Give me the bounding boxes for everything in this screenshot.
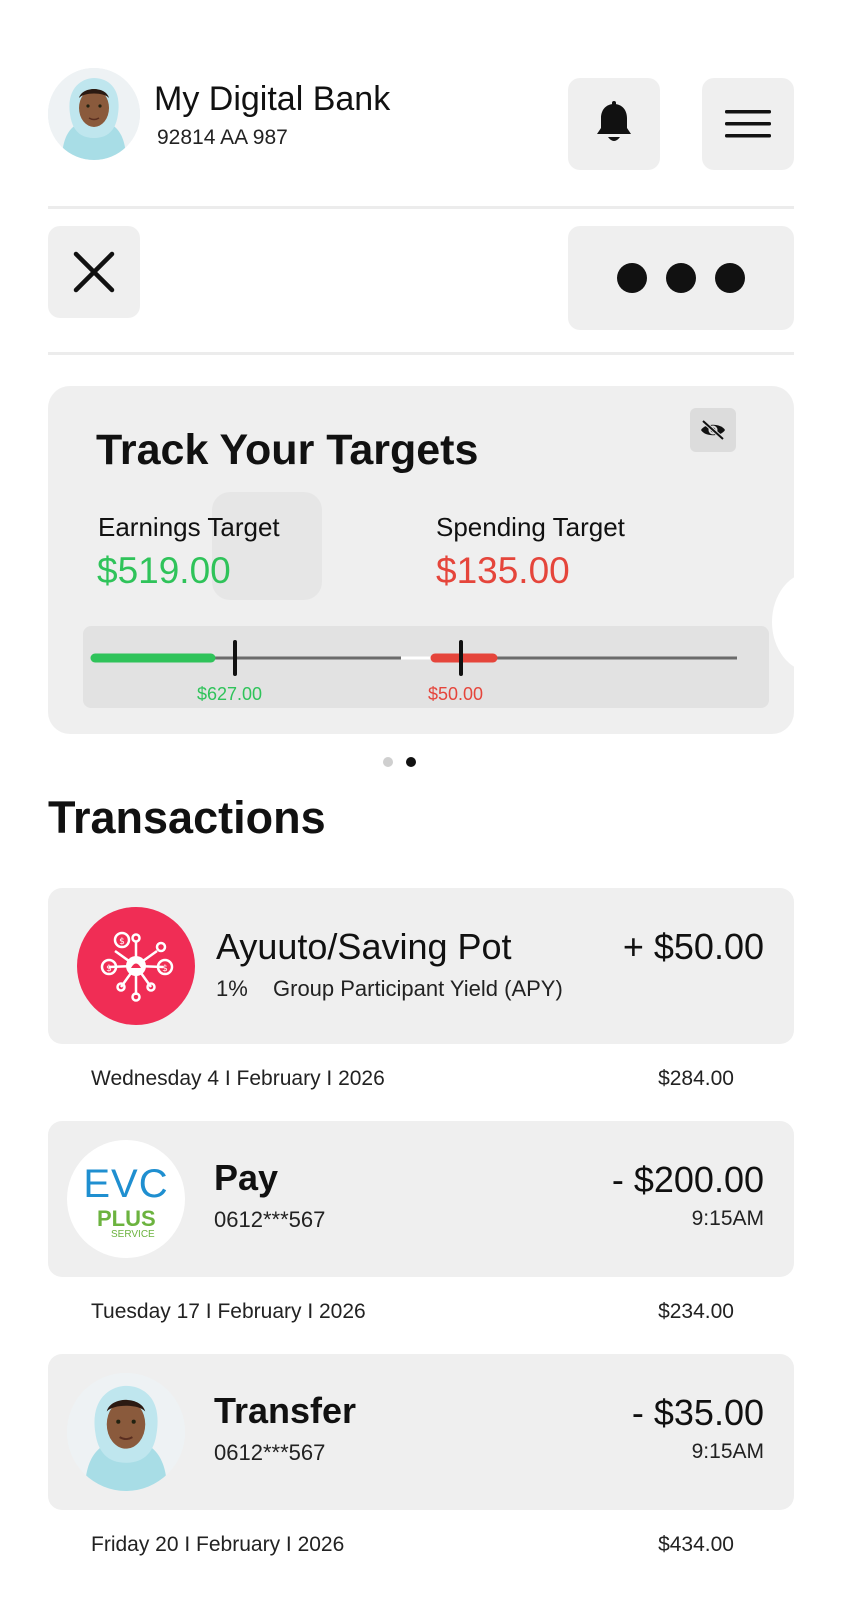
carousel-edge — [772, 572, 794, 672]
transaction-amount: + $50.00 — [622, 926, 764, 967]
transactions-title: Transactions — [48, 792, 326, 843]
carousel-pagination[interactable] — [383, 757, 423, 767]
notifications-button[interactable] — [568, 78, 660, 170]
earnings-target-label: Earnings Target — [98, 512, 280, 542]
evc-plus-logo: EVC PLUS SERVICE — [67, 1140, 185, 1258]
bell-icon — [597, 101, 631, 141]
header-divider — [48, 206, 794, 209]
transaction-title: Pay — [214, 1157, 279, 1198]
profile-avatar[interactable] — [48, 68, 140, 160]
spending-marker-label: $50.00 — [428, 684, 484, 704]
transaction-row[interactable]: EVC PLUS SERVICE Pay 0612***567 - $200.0… — [48, 1121, 794, 1277]
toolbar-divider — [48, 352, 794, 355]
transaction-amount: - $35.00 — [631, 1392, 764, 1433]
targets-card[interactable]: Track Your Targets Earnings Target Spend… — [48, 386, 794, 734]
menu-button[interactable] — [702, 78, 794, 170]
earnings-marker-label: $627.00 — [197, 684, 263, 704]
transaction-row[interactable]: $ $ $ Ayuuto/Saving Pot 1% Group Partici… — [48, 888, 794, 1044]
svg-text:$: $ — [162, 964, 168, 974]
close-icon — [73, 251, 115, 293]
savings-network-icon: $ $ $ — [77, 907, 195, 1025]
transaction-balance: $284.00 — [658, 1067, 734, 1090]
person-avatar — [67, 1373, 185, 1491]
transaction-title: Transfer — [214, 1390, 357, 1431]
spending-target-label: Spending Target — [436, 512, 625, 542]
transaction-balance: $234.00 — [658, 1300, 734, 1323]
transaction-row[interactable]: Transfer 0612***567 - $35.00 9:15AM — [48, 1354, 794, 1510]
spending-target-value: $135.00 — [436, 550, 570, 591]
svg-text:$: $ — [106, 964, 112, 974]
transaction-date: Wednesday 4 I February I 2026 — [91, 1067, 385, 1090]
transaction-date: Friday 20 I February I 2026 — [91, 1533, 345, 1556]
transaction-balance: $434.00 — [658, 1533, 734, 1556]
more-options-button[interactable] — [568, 226, 794, 330]
transaction-account: 0612***567 — [214, 1440, 326, 1465]
eye-off-icon — [701, 419, 725, 441]
bank-name: My Digital Bank — [154, 80, 391, 118]
transaction-rate: 1% — [216, 976, 248, 1001]
svg-text:$: $ — [119, 937, 125, 947]
evc-logo-text: EVC — [83, 1162, 169, 1206]
targets-progress-panel: $627.00 $50.00 — [83, 626, 769, 708]
transaction-time: 9:15AM — [691, 1440, 764, 1463]
transaction-amount: - $200.00 — [611, 1159, 764, 1200]
earnings-target-value: $519.00 — [97, 550, 231, 591]
account-number: 92814 AA 987 — [157, 126, 288, 149]
more-dots-icon — [617, 263, 745, 293]
transaction-date: Tuesday 17 I February I 2026 — [91, 1300, 366, 1323]
transaction-description: Group Participant Yield (APY) — [273, 976, 563, 1001]
service-logo-text: SERVICE — [111, 1229, 155, 1240]
transaction-time: 9:15AM — [691, 1207, 764, 1230]
targets-title: Track Your Targets — [96, 426, 479, 474]
carousel-dot-1[interactable] — [383, 757, 393, 767]
transaction-account: 0612***567 — [214, 1207, 326, 1232]
hide-balance-button[interactable] — [690, 408, 736, 452]
close-button[interactable] — [48, 226, 140, 318]
carousel-dot-2-active[interactable] — [406, 757, 416, 767]
transaction-title: Ayuuto/Saving Pot — [216, 926, 512, 967]
hamburger-menu-icon — [725, 110, 771, 138]
